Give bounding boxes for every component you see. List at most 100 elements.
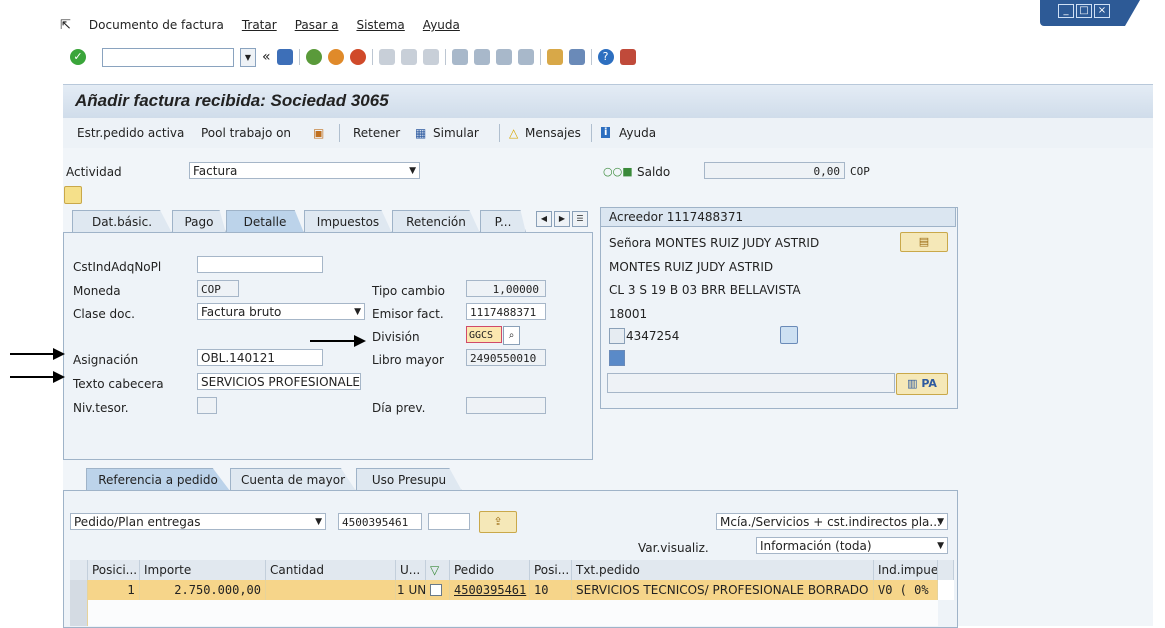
layout-menu-icon[interactable] (619, 49, 636, 65)
libro-mayor-field[interactable]: 2490550010 (466, 349, 546, 366)
grid-cell-pedido-link[interactable]: 4500395461 (450, 580, 530, 600)
row-selector[interactable] (70, 580, 88, 600)
menu-exit-icon[interactable]: ⇱ (60, 18, 71, 33)
grid-header-pedido[interactable]: Pedido (450, 560, 530, 580)
tab-impuestos[interactable]: Impuestos (304, 210, 392, 233)
grid-settings-icon[interactable] (938, 560, 954, 580)
command-field[interactable] (102, 47, 234, 67)
prev-page-icon[interactable] (473, 49, 490, 65)
grid-header-cantidad[interactable]: Cantidad (266, 560, 396, 580)
enter-icon[interactable]: ✓ (70, 49, 86, 65)
back-icon[interactable] (305, 49, 322, 65)
grid-cell-ind-impuesto[interactable]: V0 ( 0% (874, 580, 938, 600)
grid-header-importe[interactable]: Importe (140, 560, 266, 580)
new-session-icon[interactable] (546, 49, 563, 65)
document-icon[interactable]: ▣ (313, 126, 324, 140)
saldo-label: Saldo (637, 165, 671, 179)
bank-icon[interactable] (609, 350, 625, 366)
last-page-icon[interactable] (517, 49, 534, 65)
retener-button[interactable]: Retener (353, 126, 400, 140)
menu-item-tratar[interactable]: Tratar (242, 18, 277, 32)
details-icon[interactable] (780, 326, 798, 344)
tab-referencia-pedido[interactable]: Referencia a pedido (86, 468, 230, 491)
tab-detalle[interactable]: Detalle (226, 210, 304, 233)
standard-toolbar: ✓ ▼ « ? (70, 46, 636, 68)
grid-cell-posicion-pedido[interactable]: 10 (530, 580, 572, 600)
estr-pedido-button[interactable]: Estr.pedido activa (77, 126, 184, 140)
menu-item-pasar[interactable]: Pasar a (295, 18, 339, 32)
annotation-arrow-line (10, 376, 55, 378)
first-page-icon[interactable] (451, 49, 468, 65)
pool-trabajo-button[interactable]: Pool trabajo on (201, 126, 291, 140)
maximize-icon[interactable]: □ (1076, 4, 1092, 18)
shortcut-icon[interactable] (568, 49, 585, 65)
grid-select-all[interactable] (70, 560, 88, 580)
partner-bank-field[interactable] (607, 373, 895, 393)
help-icon[interactable]: ? (597, 49, 614, 65)
tab-dat-basic[interactable]: Dat.básic. (72, 210, 172, 233)
row-checkbox[interactable] (430, 584, 442, 596)
tab-scroll-left-icon[interactable]: ◀ (536, 211, 552, 227)
menu-item-ayuda[interactable]: Ayuda (423, 18, 460, 32)
edit-vendor-button[interactable]: ▤ (900, 232, 948, 252)
mensajes-button[interactable]: Mensajes (525, 126, 581, 140)
menu-item-documento[interactable]: Documento de factura (89, 18, 224, 32)
grid-header-posicion[interactable]: Posici... (88, 560, 140, 580)
ayuda-button[interactable]: Ayuda (619, 126, 656, 140)
grid-cell-posicion[interactable]: 1 (88, 580, 140, 600)
clase-doc-select[interactable]: Factura bruto ▼ (197, 303, 365, 320)
grid-header-unidad[interactable]: U... (396, 560, 426, 580)
pedido-number-field[interactable]: 4500395461 (338, 513, 422, 530)
exit-icon[interactable] (327, 49, 344, 65)
print-icon[interactable] (378, 49, 395, 65)
find-next-icon[interactable] (422, 49, 439, 65)
pedido-type-select[interactable]: Pedido/Plan entregas ▼ (70, 513, 326, 530)
command-dropdown-icon[interactable]: ▼ (240, 47, 256, 67)
tab-retencion[interactable]: Retención (392, 210, 480, 233)
header-toggle-icon[interactable] (64, 186, 82, 204)
row-selector[interactable] (70, 600, 88, 626)
texto-cabecera-field[interactable]: SERVICIOS PROFESIONALES (197, 373, 361, 390)
asignacion-field[interactable]: OBL.140121 (197, 349, 323, 366)
grid-cell-unidad[interactable]: 1 UN (396, 580, 426, 600)
transfer-button[interactable]: ⇪ (479, 511, 517, 533)
tab-list-icon[interactable]: ☰ (572, 211, 588, 227)
grid-cell-importe[interactable]: 2.750.000,00 (140, 580, 266, 600)
grid-cell-cantidad[interactable] (266, 580, 396, 600)
find-icon[interactable] (400, 49, 417, 65)
grid-cell-txt-pedido[interactable]: SERVICIOS TECNICOS/ PROFESIONALE BORRADO (572, 580, 874, 600)
menu-item-sistema[interactable]: Sistema (356, 18, 404, 32)
var-visualiz-select[interactable]: Información (toda) ▼ (756, 537, 948, 554)
close-icon[interactable]: × (1094, 4, 1110, 18)
tab-pago[interactable]: Pago (172, 210, 226, 233)
search-icon[interactable]: ⌕ (503, 326, 520, 345)
tab-scroll-right-icon[interactable]: ▶ (554, 211, 570, 227)
pa-button[interactable]: ▥ PA (896, 373, 948, 395)
moneda-field[interactable]: COP (197, 280, 239, 297)
division-field[interactable]: GGCS (466, 326, 502, 343)
collapse-icon[interactable]: « (262, 49, 271, 65)
niv-tesor-field[interactable] (197, 397, 217, 414)
next-page-icon[interactable] (495, 49, 512, 65)
grid-header-txt-pedido[interactable]: Txt.pedido (572, 560, 874, 580)
tab-uso-presupu[interactable]: Uso Presupu (356, 468, 462, 491)
cancel-icon[interactable] (349, 49, 366, 65)
simular-button[interactable]: Simular (433, 126, 479, 140)
save-icon[interactable] (276, 49, 293, 65)
grid-header-ind-impuesto[interactable]: Ind.impue (874, 560, 938, 580)
grid-cell-checkbox[interactable] (426, 580, 450, 600)
dia-prev-field[interactable] (466, 397, 546, 414)
cst-field[interactable] (197, 256, 323, 273)
emisor-fact-field[interactable]: 1117488371 (466, 303, 546, 320)
tab-more[interactable]: P... (480, 210, 526, 233)
grid-scrollbar[interactable] (938, 580, 954, 600)
grid-header-check-icon[interactable]: ▽ (426, 560, 450, 580)
simulate-icon[interactable]: ▦ (415, 126, 426, 140)
tipo-cambio-field[interactable]: 1,00000 (466, 280, 546, 297)
minimize-icon[interactable]: _ (1058, 4, 1074, 18)
actividad-select[interactable]: Factura ▼ (189, 162, 420, 179)
pedido-item-field[interactable] (428, 513, 470, 530)
mcia-select[interactable]: Mcía./Servicios + cst.indirectos pla... … (716, 513, 948, 530)
tab-cuenta-mayor[interactable]: Cuenta de mayor (230, 468, 356, 491)
grid-header-posicion-pedido[interactable]: Posi... (530, 560, 572, 580)
